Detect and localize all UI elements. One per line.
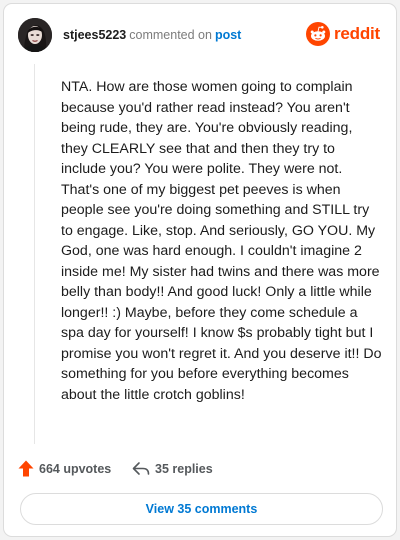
reddit-brand[interactable]: reddit — [306, 22, 382, 46]
comment-body: NTA. How are those women going to compla… — [61, 79, 382, 403]
commented-on-text: commented on — [129, 28, 212, 42]
avatar[interactable] — [18, 18, 52, 52]
replies-count: 35 replies — [155, 462, 213, 476]
comment-card: stjees5223 commented on post reddit NTA. H… — [3, 3, 397, 537]
thread-line — [34, 64, 35, 444]
reddit-snoo-icon — [306, 22, 330, 46]
view-comments-button[interactable]: View 35 comments — [20, 493, 383, 525]
upvote-count: 664 upvotes — [39, 462, 112, 476]
username[interactable]: stjees5223 — [63, 28, 126, 42]
comment-header: stjees5223 commented on post reddit — [18, 18, 382, 54]
reddit-wordmark: reddit — [334, 24, 381, 43]
avatar-image-icon — [18, 18, 52, 52]
upvote-arrow-icon — [18, 460, 34, 477]
reply-arrow-icon — [132, 462, 150, 475]
comment-actions: 664 upvotes 35 replies — [18, 459, 318, 479]
post-link[interactable]: post — [215, 28, 241, 42]
comment-meta: stjees5223 commented on post — [63, 28, 241, 42]
